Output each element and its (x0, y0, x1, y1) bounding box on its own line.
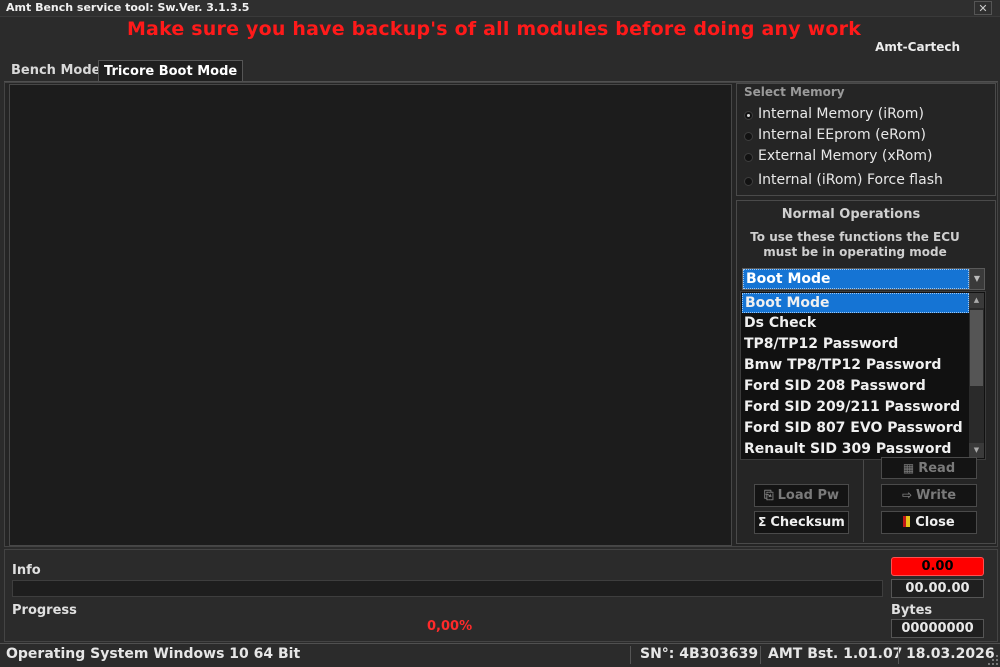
radio-unselected-icon (744, 153, 753, 162)
chevron-down-icon[interactable]: ▼ (969, 269, 984, 289)
status-separator (760, 646, 761, 664)
operations-hint: To use these functions the ECU must be i… (750, 230, 960, 259)
status-bar: Operating System Windows 10 64 Bit SN°: … (0, 643, 1000, 667)
dropdown-option[interactable]: Renault SID 309 Password (742, 439, 969, 459)
read-icon: ▦ (902, 461, 915, 475)
exit-door-icon (903, 516, 911, 527)
serial-number: SN°: 4B303639 (640, 646, 759, 662)
version-info: AMT Bst. 1.01.07 (768, 646, 903, 662)
status-separator (898, 646, 899, 664)
read-button-label: Read (918, 461, 956, 476)
os-info: Operating System Windows 10 64 Bit (6, 646, 301, 662)
title-bar: Amt Bench service tool: Sw.Ver. 3.1.3.5 … (0, 0, 1000, 17)
status-separator (630, 646, 631, 664)
dropdown-option[interactable]: TP8/TP12 Password (742, 334, 969, 354)
dropdown-option[interactable]: Ford SID 807 EVO Password (742, 418, 969, 438)
scroll-thumb[interactable] (970, 310, 983, 386)
backup-warning: Make sure you have backup's of all modul… (126, 18, 862, 40)
radio-selected-icon (744, 111, 753, 120)
scroll-up-icon[interactable]: ▲ (969, 293, 984, 308)
operation-select-value: Boot Mode (743, 269, 969, 289)
radio-unselected-icon (744, 177, 753, 186)
close-button[interactable]: Close (881, 511, 977, 534)
load-pw-button-label: Load Pw (777, 488, 839, 503)
dropdown-option[interactable]: Ds Check (742, 313, 969, 333)
checksum-button-label: Checksum (770, 515, 845, 530)
dropdown-option[interactable]: Ford SID 208 Password (742, 376, 969, 396)
progress-label: Progress (12, 603, 77, 618)
load-password-icon: ⎘ (764, 488, 774, 502)
checksum-button[interactable]: Σ Checksum (754, 511, 849, 534)
window-title: Amt Bench service tool: Sw.Ver. 3.1.3.5 (6, 1, 250, 14)
status-value: 00.00.00 (891, 579, 984, 598)
progress-percent: 0,00% (427, 619, 473, 634)
radio-label: Internal Memory (iRom) (758, 106, 924, 122)
date-label: 18.03.2026 (906, 646, 995, 662)
operation-dropdown-list[interactable]: Boot Mode Ds Check TP8/TP12 Password Bmw… (740, 291, 986, 460)
operations-title: Normal Operations (781, 207, 921, 222)
button-column-divider (863, 460, 864, 542)
log-output-area[interactable] (9, 84, 732, 546)
info-bar (12, 580, 883, 597)
radio-force-flash[interactable]: Internal (iRom) Force flash (744, 172, 954, 190)
radio-internal-eeprom[interactable]: Internal EEprom (eRom) (744, 127, 934, 145)
radio-label: Internal EEprom (eRom) (758, 127, 926, 143)
radio-external-memory[interactable]: External Memory (xRom) (744, 148, 934, 166)
bytes-value: 00000000 (891, 619, 984, 638)
radio-internal-memory[interactable]: Internal Memory (iRom) (744, 106, 934, 124)
radio-label: Internal (iRom) Force flash (758, 172, 943, 188)
dropdown-option[interactable]: Bmw TP8/TP12 Password (742, 355, 969, 375)
scroll-down-icon[interactable]: ▼ (969, 443, 984, 458)
dropdown-option[interactable]: Boot Mode (742, 293, 969, 313)
bytes-label: Bytes (891, 603, 933, 618)
memory-group-title: Select Memory (744, 85, 845, 99)
write-button[interactable]: ⇨ Write (881, 484, 977, 507)
sigma-icon: Σ (758, 515, 767, 529)
info-label: Info (12, 563, 41, 578)
tab-tricore-boot-mode[interactable]: Tricore Boot Mode (98, 60, 244, 82)
radio-label: External Memory (xRom) (758, 148, 933, 164)
brand-label: Amt-Cartech (875, 40, 960, 54)
status-red-value: 0.00 (891, 557, 984, 576)
write-icon: ⇨ (901, 488, 913, 502)
close-button-label: Close (915, 515, 955, 530)
close-window-icon[interactable]: ✕ (974, 1, 992, 15)
radio-unselected-icon (744, 132, 753, 141)
dropdown-option[interactable]: Ford SID 209/211 Password (742, 397, 969, 417)
resize-grip-icon[interactable] (988, 655, 998, 665)
write-button-label: Write (916, 488, 957, 503)
tab-bench-mode[interactable]: Bench Mode (6, 60, 105, 81)
operation-select[interactable]: Boot Mode ▼ (742, 268, 985, 290)
dropdown-scrollbar[interactable]: ▲ ▼ (969, 293, 984, 458)
read-button[interactable]: ▦ Read (881, 457, 977, 479)
load-pw-button[interactable]: ⎘ Load Pw (754, 484, 849, 507)
